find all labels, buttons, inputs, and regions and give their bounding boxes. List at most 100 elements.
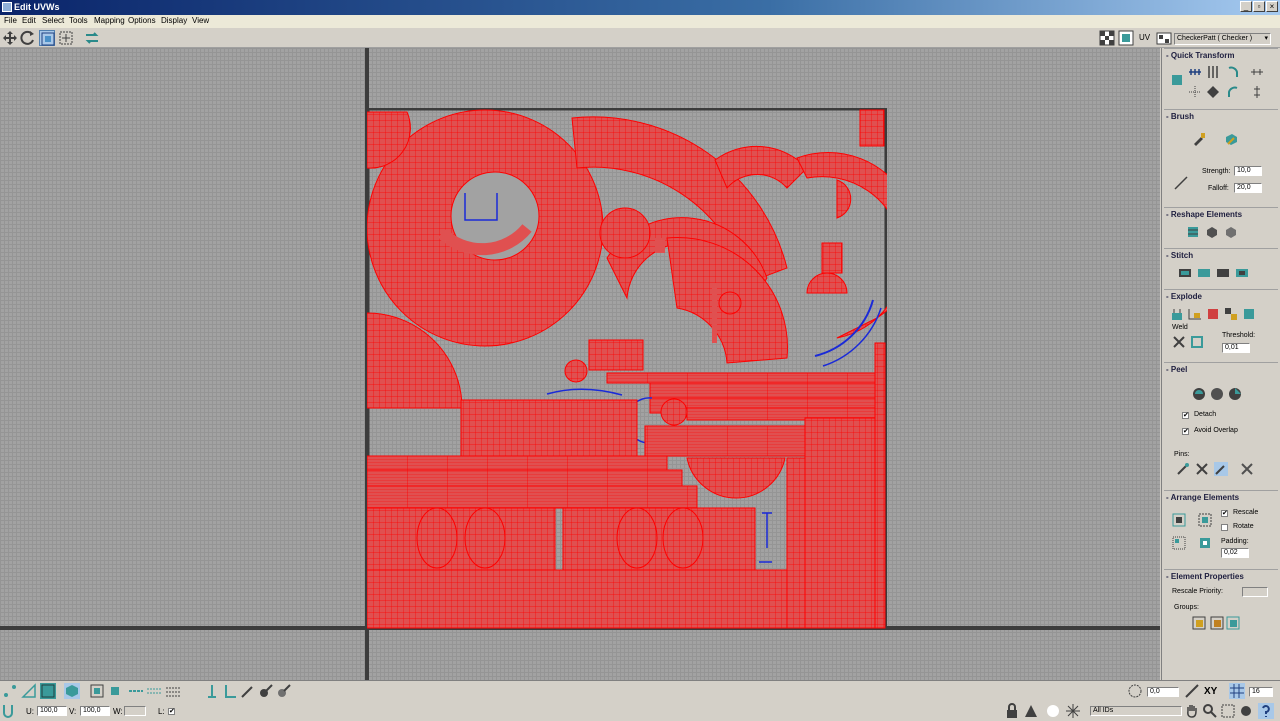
point-to-point-icon[interactable] bbox=[165, 683, 181, 699]
group-selected-icon[interactable] bbox=[1192, 616, 1206, 630]
flatten-icon[interactable] bbox=[1206, 307, 1220, 321]
rotate-cw-icon[interactable] bbox=[1226, 65, 1240, 79]
detach-checkbox[interactable]: ✔ bbox=[1182, 412, 1189, 419]
reset-peel-icon[interactable] bbox=[1228, 387, 1242, 401]
show-edge-icon[interactable] bbox=[1184, 683, 1200, 699]
align-to-edge-icon[interactable] bbox=[1188, 85, 1202, 99]
snowflake-icon[interactable] bbox=[1065, 703, 1081, 719]
freeze-icon[interactable] bbox=[1045, 703, 1061, 719]
auto-pin-icon[interactable] bbox=[1214, 462, 1228, 476]
split-icon[interactable] bbox=[1224, 307, 1238, 321]
brush-title[interactable]: Brush bbox=[1166, 112, 1194, 121]
select-pins-icon[interactable] bbox=[1240, 462, 1254, 476]
arrange-title[interactable]: Arrange Elements bbox=[1166, 493, 1239, 502]
straighten-icon[interactable] bbox=[1206, 85, 1220, 99]
pan-icon[interactable] bbox=[1184, 703, 1200, 719]
quick-peel-icon[interactable] bbox=[1192, 387, 1206, 401]
zoom-icon[interactable] bbox=[1202, 703, 1218, 719]
weld-target-icon[interactable] bbox=[1190, 335, 1204, 349]
pin-selected-icon[interactable] bbox=[1176, 462, 1190, 476]
loop-icon[interactable] bbox=[128, 683, 144, 699]
uv-viewport[interactable] bbox=[0, 48, 1160, 680]
zoom-region-icon[interactable] bbox=[1220, 703, 1236, 719]
rotate-checkbox[interactable] bbox=[1221, 524, 1228, 531]
stitch-title[interactable]: Stitch bbox=[1166, 251, 1193, 260]
lock-checkbox[interactable]: ✔ bbox=[168, 708, 175, 715]
space-horizontal-icon[interactable] bbox=[1250, 65, 1264, 79]
stitch-settings-icon[interactable] bbox=[1235, 266, 1249, 280]
explode-settings-icon[interactable] bbox=[1242, 307, 1256, 321]
quick-transform-title[interactable]: Quick Transform bbox=[1166, 51, 1235, 60]
angle-field[interactable]: 0,0 bbox=[1147, 687, 1179, 697]
map-selector[interactable]: CheckerPatt ( Checker ) ▾ bbox=[1174, 33, 1271, 45]
straighten-selection-icon[interactable] bbox=[1186, 225, 1200, 239]
map-icon[interactable] bbox=[1156, 30, 1172, 46]
stitch-average-icon[interactable] bbox=[1197, 266, 1211, 280]
peel-title[interactable]: Peel bbox=[1166, 365, 1187, 374]
checker-icon[interactable] bbox=[1099, 30, 1115, 46]
scale-icon[interactable] bbox=[39, 30, 55, 46]
shrink-selection-icon[interactable] bbox=[107, 683, 123, 699]
axis-label[interactable]: XY bbox=[1204, 686, 1217, 697]
help-icon[interactable] bbox=[1258, 703, 1274, 719]
uv-map-canvas[interactable] bbox=[367, 108, 887, 630]
freeform-icon[interactable] bbox=[58, 30, 74, 46]
break-icon[interactable] bbox=[1170, 307, 1184, 321]
menu-tools[interactable]: Tools bbox=[69, 16, 88, 25]
paint-brush-large-icon[interactable] bbox=[276, 683, 292, 699]
threshold-spinner[interactable]: 0,01 bbox=[1222, 343, 1250, 353]
paint-brush-icon[interactable] bbox=[1192, 132, 1206, 146]
pack-normalize-icon[interactable] bbox=[1172, 513, 1186, 527]
rescale-priority-spinner[interactable] bbox=[1242, 587, 1268, 597]
ungroup-selected-icon[interactable] bbox=[1210, 616, 1224, 630]
peel-mode-icon[interactable] bbox=[1210, 387, 1224, 401]
stitch-to-source-icon[interactable] bbox=[1216, 266, 1230, 280]
w-field[interactable] bbox=[124, 706, 146, 716]
ids-filter-select[interactable]: All IDs bbox=[1090, 706, 1182, 716]
select-group-icon[interactable] bbox=[1226, 616, 1240, 630]
close-button[interactable]: × bbox=[1266, 1, 1278, 12]
menu-edit[interactable]: Edit bbox=[22, 16, 36, 25]
rescale-checkbox[interactable]: ✔ bbox=[1221, 510, 1228, 517]
align-horizontal-icon[interactable] bbox=[1188, 65, 1202, 79]
uv-island-circle[interactable] bbox=[599, 207, 651, 259]
menu-display[interactable]: Display bbox=[161, 16, 187, 25]
menu-options[interactable]: Options bbox=[128, 16, 156, 25]
pack-custom-icon[interactable] bbox=[1172, 536, 1186, 550]
mirror-icon[interactable] bbox=[84, 30, 100, 46]
show-map-icon[interactable] bbox=[1118, 30, 1134, 46]
paint-brush-medium-icon[interactable] bbox=[258, 683, 274, 699]
strength-spinner[interactable]: 10,0 bbox=[1234, 166, 1262, 176]
explode-title[interactable]: Explode bbox=[1166, 292, 1202, 301]
select-element-icon[interactable] bbox=[64, 683, 80, 699]
stitch-to-target-icon[interactable] bbox=[1178, 266, 1192, 280]
avoid-overlap-checkbox[interactable]: ✔ bbox=[1182, 428, 1189, 435]
falloff-spinner[interactable]: 20,0 bbox=[1234, 183, 1262, 193]
menu-view[interactable]: View bbox=[192, 16, 209, 25]
select-vertex-icon[interactable] bbox=[2, 683, 18, 699]
ring-icon[interactable] bbox=[146, 683, 162, 699]
relax-brush-icon[interactable] bbox=[1224, 132, 1238, 146]
minimize-button[interactable]: _ bbox=[1240, 1, 1252, 12]
restore-button[interactable]: ▫ bbox=[1253, 1, 1265, 12]
detach-edge-icon[interactable] bbox=[1188, 307, 1202, 321]
select-face-icon[interactable] bbox=[40, 683, 56, 699]
rotate-icon[interactable] bbox=[20, 30, 36, 46]
unpin-selected-icon[interactable] bbox=[1195, 462, 1209, 476]
paint-select-icon[interactable] bbox=[204, 683, 220, 699]
hide-icon[interactable] bbox=[1023, 703, 1039, 719]
weld-selected-icon[interactable] bbox=[1172, 335, 1186, 349]
pack-settings-icon[interactable] bbox=[1198, 536, 1212, 550]
uv-label[interactable]: UV bbox=[1139, 33, 1150, 42]
u-field[interactable]: 100,0 bbox=[37, 706, 67, 716]
v-field[interactable]: 100,0 bbox=[80, 706, 110, 716]
select-edge-icon[interactable] bbox=[21, 683, 37, 699]
paint-select-grow-icon[interactable] bbox=[222, 683, 238, 699]
grid-snap-icon[interactable] bbox=[1229, 683, 1245, 699]
move-icon[interactable] bbox=[2, 30, 18, 46]
uv-mode-icon[interactable] bbox=[2, 703, 18, 719]
zoom-extents-icon[interactable] bbox=[1238, 703, 1254, 719]
grid-size-field[interactable]: 16 bbox=[1249, 687, 1273, 697]
element-properties-title[interactable]: Element Properties bbox=[1166, 572, 1244, 581]
uv-island-block[interactable] bbox=[460, 399, 638, 457]
